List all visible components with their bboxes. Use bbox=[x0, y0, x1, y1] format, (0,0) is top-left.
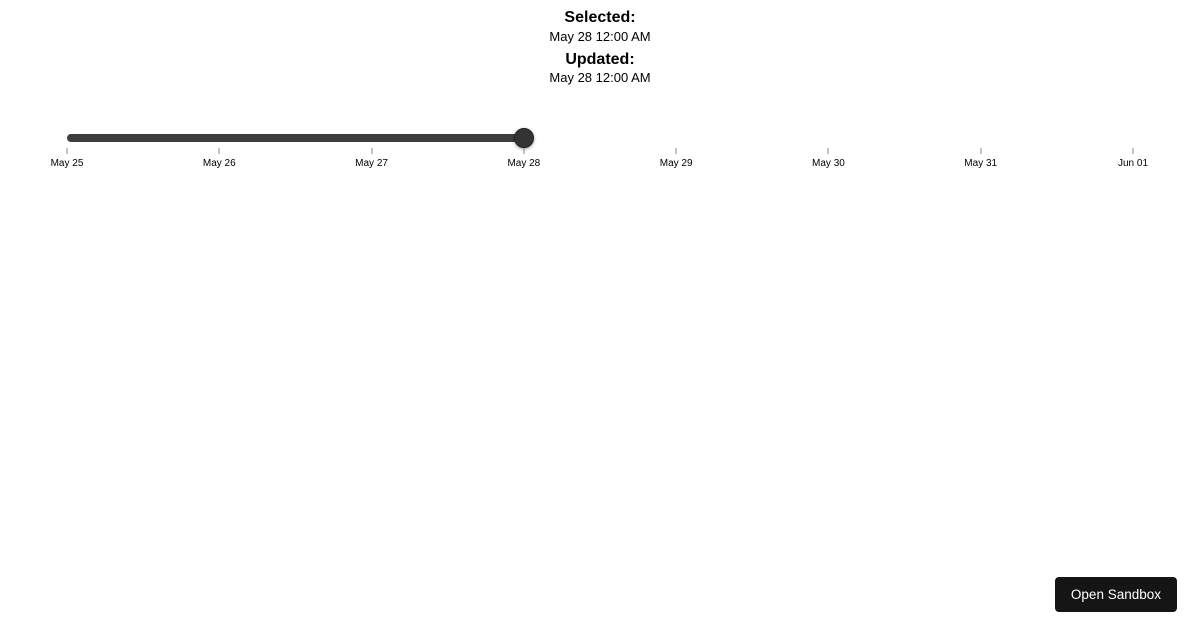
slider-tick bbox=[1133, 148, 1134, 154]
slider-tick-label: May 26 bbox=[203, 158, 236, 169]
slider-tick-label: May 28 bbox=[507, 158, 540, 169]
slider-tick bbox=[676, 148, 677, 154]
slider-track bbox=[67, 134, 528, 142]
slider-ticks bbox=[67, 148, 1133, 156]
slider-tick-label: May 27 bbox=[355, 158, 388, 169]
slider-tick bbox=[523, 148, 524, 154]
slider-tick bbox=[828, 148, 829, 154]
slider-tick-label: May 30 bbox=[812, 158, 845, 169]
slider-tick bbox=[219, 148, 220, 154]
slider-tick-label: May 25 bbox=[51, 158, 84, 169]
updated-label: Updated: bbox=[0, 50, 1200, 71]
updated-value: May 28 12:00 AM bbox=[0, 70, 1200, 87]
slider-tick-label: May 29 bbox=[660, 158, 693, 169]
slider-tick-labels: May 25May 26May 27May 28May 29May 30May … bbox=[67, 158, 1133, 174]
slider-tick bbox=[67, 148, 68, 154]
slider-tick-label: May 31 bbox=[964, 158, 997, 169]
header-info: Selected: May 28 12:00 AM Updated: May 2… bbox=[0, 0, 1200, 87]
selected-label: Selected: bbox=[0, 8, 1200, 29]
slider-tick bbox=[371, 148, 372, 154]
slider-tick bbox=[980, 148, 981, 154]
slider-thumb[interactable] bbox=[514, 128, 534, 148]
slider-tick-label: Jun 01 bbox=[1118, 158, 1148, 169]
selected-value: May 28 12:00 AM bbox=[0, 29, 1200, 46]
open-sandbox-button[interactable]: Open Sandbox bbox=[1055, 577, 1177, 612]
